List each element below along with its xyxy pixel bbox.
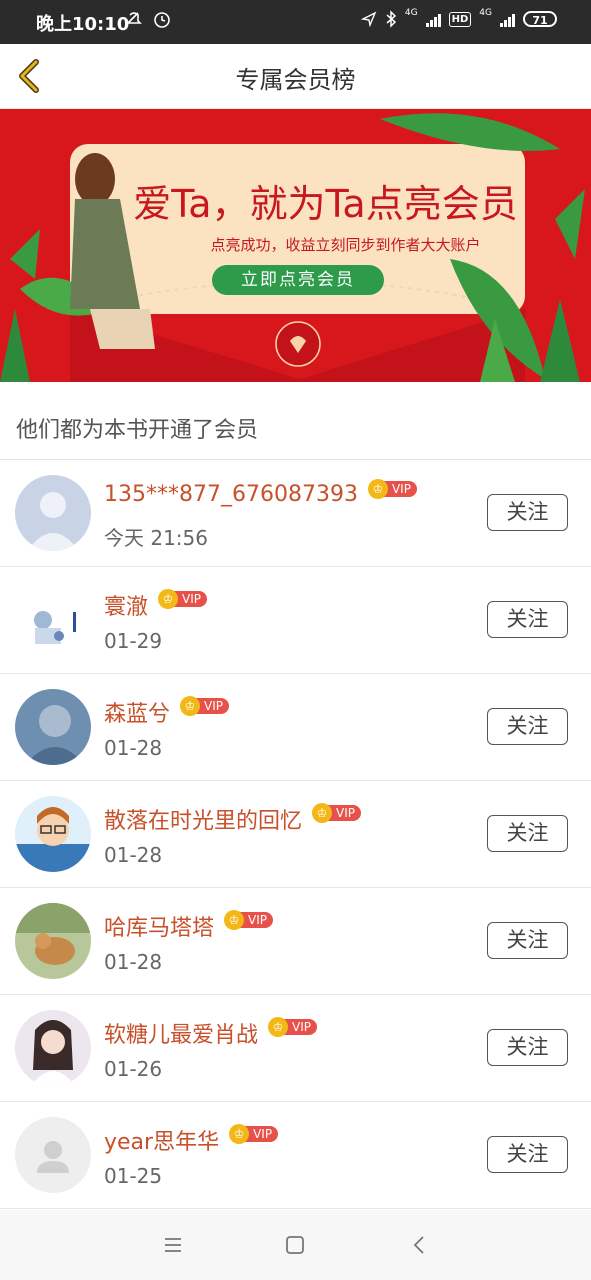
system-nav-bar xyxy=(0,1210,591,1280)
member-name[interactable]: 哈库马塔塔 ♔ VIP xyxy=(104,910,273,942)
avatar-image xyxy=(15,796,91,872)
home-button[interactable] xyxy=(280,1230,310,1260)
avatar[interactable] xyxy=(15,582,91,658)
avatar[interactable] xyxy=(15,903,91,979)
member-date: 01-28 xyxy=(104,736,163,760)
default-avatar-icon xyxy=(15,475,91,551)
bluetooth-icon xyxy=(386,10,397,28)
menu-button[interactable] xyxy=(158,1230,188,1260)
vip-badge: ♔ VIP xyxy=(268,1017,317,1037)
member-date: 今天 21:56 xyxy=(104,526,208,550)
member-name-text: 森蓝兮 xyxy=(104,702,171,727)
member-name-text: 135***877_676087393 xyxy=(104,482,358,507)
list-item[interactable]: 135***877_676087393 ♔ VIP 今天 21:56 关注 xyxy=(0,460,591,567)
follow-button[interactable]: 关注 xyxy=(487,815,568,852)
menu-icon xyxy=(165,1238,181,1252)
status-bar: 晚上10:10 4G HD 4G 71 xyxy=(0,0,591,44)
follow-button[interactable]: 关注 xyxy=(487,494,568,531)
alarm-icon xyxy=(154,12,170,28)
signal-icon-2 xyxy=(500,11,515,27)
back-icon xyxy=(413,1236,424,1254)
location-icon xyxy=(360,11,377,27)
hd-badge: HD xyxy=(448,11,472,27)
member-name[interactable]: 散落在时光里的回忆 ♔ VIP xyxy=(104,803,361,835)
crown-icon: ♔ xyxy=(224,910,245,930)
avatar[interactable] xyxy=(15,1117,91,1193)
member-name-text: 软糖儿最爱肖战 xyxy=(104,1023,259,1048)
crown-icon: ♔ xyxy=(268,1017,289,1037)
member-date: 01-26 xyxy=(104,1057,163,1081)
network-label-1: 4G xyxy=(404,8,418,18)
member-date: 01-28 xyxy=(104,843,163,867)
member-date: 01-29 xyxy=(104,629,163,653)
avatar[interactable] xyxy=(15,1010,91,1086)
member-name[interactable]: 寰澈 ♔ VIP xyxy=(104,589,207,621)
member-name[interactable]: year思年华 ♔ VIP xyxy=(104,1124,279,1156)
avatar-image xyxy=(15,582,91,658)
follow-button[interactable]: 关注 xyxy=(487,601,568,638)
follow-button[interactable]: 关注 xyxy=(487,1029,568,1066)
avatar[interactable] xyxy=(15,796,91,872)
vip-badge: ♔ VIP xyxy=(367,478,417,499)
vip-badge: ♔ VIP xyxy=(158,589,207,609)
member-name[interactable]: 135***877_676087393 ♔ VIP xyxy=(104,478,417,507)
page-title: 专属会员榜 xyxy=(235,66,356,94)
vip-badge: ♔ VIP xyxy=(180,696,229,716)
avatar[interactable] xyxy=(15,475,91,551)
crown-icon: ♔ xyxy=(158,589,179,609)
home-square-icon xyxy=(286,1236,304,1254)
member-name-text: 散落在时光里的回忆 xyxy=(104,809,303,834)
banner-subtitle: 点亮成功，收益立刻同步到作者大大账户 xyxy=(210,236,481,254)
default-avatar-icon xyxy=(15,1117,91,1193)
nav-bar: 专属会员榜 xyxy=(0,44,591,109)
list-item[interactable]: 寰澈 ♔ VIP 01-29 关注 xyxy=(0,567,591,674)
crown-icon: ♔ xyxy=(367,478,388,499)
mute-icon xyxy=(127,12,142,24)
member-date: 01-25 xyxy=(104,1164,163,1188)
status-left-icons xyxy=(124,9,172,29)
signal-icon xyxy=(425,11,441,27)
vip-badge: ♔ VIP xyxy=(229,1124,279,1144)
member-name[interactable]: 森蓝兮 ♔ VIP xyxy=(104,696,229,728)
member-name-text: 寰澈 xyxy=(104,595,149,620)
member-name-text: 哈库马塔塔 xyxy=(104,916,215,941)
vip-badge: ♔ VIP xyxy=(224,910,273,930)
network-label-2: 4G xyxy=(479,8,492,18)
avatar-image xyxy=(15,1010,91,1086)
member-name[interactable]: 软糖儿最爱肖战 ♔ VIP xyxy=(104,1017,317,1049)
list-item[interactable]: year思年华 ♔ VIP 01-25 关注 xyxy=(0,1102,591,1209)
banner-title: 爱Ta，就为Ta点亮会员 xyxy=(133,182,518,226)
list-item[interactable]: 软糖儿最爱肖战 ♔ VIP 01-26 关注 xyxy=(0,995,591,1102)
member-list: 135***877_676087393 ♔ VIP 今天 21:56 关注 寰澈 ♔ V… xyxy=(0,460,591,1209)
member-name-text: year思年华 xyxy=(104,1130,220,1155)
avatar-image xyxy=(15,689,91,765)
list-item[interactable]: 森蓝兮 ♔ VIP 01-28 关注 xyxy=(0,674,591,781)
member-date: 01-28 xyxy=(104,950,163,974)
follow-button[interactable]: 关注 xyxy=(487,1136,568,1173)
status-right-icons: 4G HD 4G 71 xyxy=(360,8,557,28)
list-item[interactable]: 哈库马塔塔 ♔ VIP 01-28 关注 xyxy=(0,888,591,995)
avatar-image xyxy=(15,903,91,979)
crown-icon: ♔ xyxy=(229,1124,250,1144)
promo-banner[interactable]: 爱Ta，就为Ta点亮会员 点亮成功，收益立刻同步到作者大大账户 立即点亮会员 xyxy=(0,109,591,382)
crown-icon: ♔ xyxy=(180,696,201,716)
follow-button[interactable]: 关注 xyxy=(487,922,568,959)
crown-icon: ♔ xyxy=(312,803,333,823)
list-item[interactable]: 散落在时光里的回忆 ♔ VIP 01-28 关注 xyxy=(0,781,591,888)
vip-badge: ♔ VIP xyxy=(312,803,361,823)
light-up-vip-button[interactable]: 立即点亮会员 xyxy=(212,265,384,295)
avatar[interactable] xyxy=(15,689,91,765)
battery-icon: 71 xyxy=(523,11,557,27)
follow-button[interactable]: 关注 xyxy=(487,708,568,745)
back-nav-button[interactable] xyxy=(404,1230,434,1260)
section-title: 他们都为本书开通了会员 xyxy=(16,418,259,443)
status-time: 晚上10:10 xyxy=(36,14,130,35)
